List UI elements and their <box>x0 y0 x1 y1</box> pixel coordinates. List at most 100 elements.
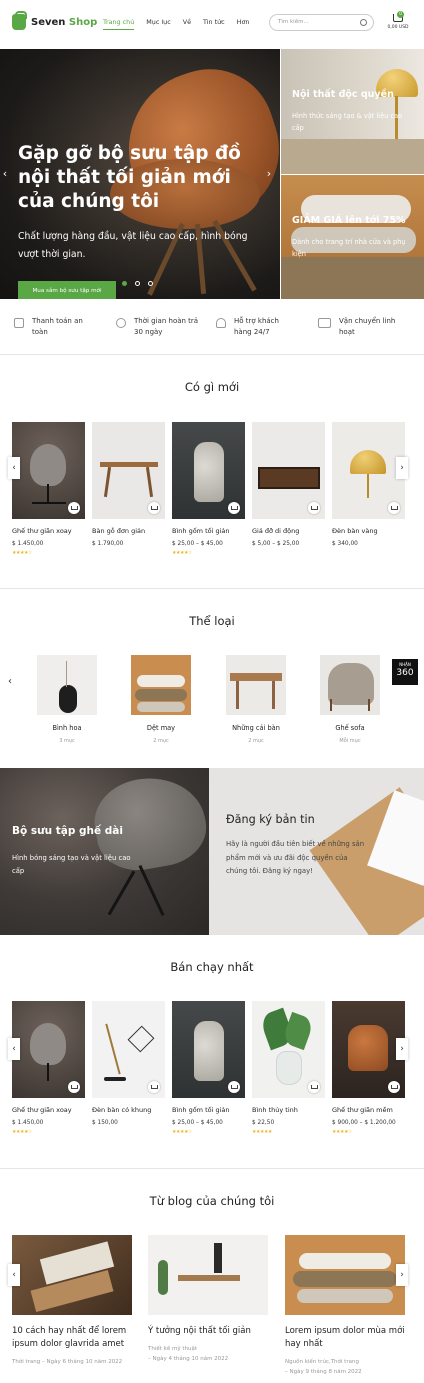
category-name[interactable]: Những cái bàn <box>226 724 286 732</box>
category-item[interactable]: Những cái bàn 2 mục <box>226 655 286 744</box>
blog-post[interactable]: Lorem ipsum dolor mùa mới hay nhất Nguồn… <box>285 1235 405 1377</box>
product-name[interactable]: Bình gốm tối giản <box>172 1106 245 1114</box>
sofa-collection-banner[interactable]: Bộ sưu tập ghế dài Hình bóng sáng tạo và… <box>0 768 209 935</box>
product-price: $ 150,00 <box>92 1120 118 1126</box>
star-rating: ★★★★☆ <box>12 1129 32 1135</box>
blog-post[interactable]: Ý tưởng nội thất tối giản Thiết kế mỹ th… <box>148 1235 268 1364</box>
category-name[interactable]: Ghế sofa <box>320 724 380 732</box>
hero-slider: Gặp gỡ bộ sưu tập đồ nội thất tối giản m… <box>0 49 280 299</box>
category-image[interactable] <box>226 655 286 715</box>
product-image[interactable] <box>252 1001 325 1098</box>
product-image[interactable] <box>12 422 85 519</box>
blog-image[interactable] <box>12 1235 132 1315</box>
carousel-next-arrow[interactable]: › <box>396 457 408 479</box>
shop-collection-button[interactable]: Mua sắm bộ sưu tập mới <box>18 281 116 299</box>
logo-text: Seven <box>31 16 66 28</box>
category-item[interactable]: Bình hoa 3 mục <box>37 655 97 744</box>
nav-about[interactable]: Về <box>183 18 191 30</box>
product-image[interactable] <box>92 422 165 519</box>
product-image[interactable] <box>92 1001 165 1098</box>
product-card[interactable]: Giá đỡ di động $ 5,00 – $ 25,00 <box>252 422 325 547</box>
product-name[interactable]: Ghế thư giãn xoay <box>12 527 85 535</box>
product-image[interactable] <box>12 1001 85 1098</box>
hero-dots <box>122 281 161 286</box>
blog-post[interactable]: 10 cách hay nhất để lorem ipsum dolor gl… <box>12 1235 132 1367</box>
shopping-bag-icon <box>12 11 27 30</box>
nav-catalog[interactable]: Mục lục <box>146 18 170 30</box>
slide-dot-1[interactable] <box>122 281 127 286</box>
hero-next-arrow[interactable]: › <box>264 167 274 181</box>
product-name[interactable]: Bàn gỗ đơn giản <box>92 527 165 535</box>
product-card[interactable]: Ghế thư giãn mềm $ 900,00 – $ 1.200,00 ★… <box>332 1001 405 1135</box>
slide-dot-3[interactable] <box>148 281 153 286</box>
category-name[interactable]: Bình hoa <box>37 724 97 732</box>
product-card[interactable]: Bình gốm tối giản $ 25,00 – $ 45,00 ★★★★… <box>172 1001 245 1135</box>
search-icon[interactable] <box>360 19 367 26</box>
add-to-cart-icon[interactable] <box>308 502 320 514</box>
carousel-next-arrow[interactable]: › <box>396 1038 408 1060</box>
category-name[interactable]: Dệt may <box>131 724 191 732</box>
product-image[interactable] <box>252 422 325 519</box>
add-to-cart-icon[interactable] <box>148 1081 160 1093</box>
sale-banner[interactable]: GIẢM GIÁ lên tới 75% Dành cho trang trí … <box>281 175 424 299</box>
blog-next-arrow[interactable]: › <box>396 1264 408 1286</box>
logo[interactable]: Seven Shop <box>12 11 97 30</box>
hero-prev-arrow[interactable]: ‹ <box>0 167 10 181</box>
product-image[interactable] <box>332 422 405 519</box>
product-name[interactable]: Đèn bàn có khung <box>92 1106 165 1114</box>
360-badge[interactable]: NHẬN 360 <box>392 659 418 685</box>
blog-post-title[interactable]: 10 cách hay nhất để lorem ipsum dolor gl… <box>12 1325 132 1351</box>
product-name[interactable]: Bình thủy tinh <box>252 1106 325 1114</box>
product-card[interactable]: Đèn bàn vàng $ 340,00 <box>332 422 405 547</box>
blog-image[interactable] <box>285 1235 405 1315</box>
carousel-prev-arrow[interactable]: ‹ <box>8 457 20 479</box>
product-name[interactable]: Giá đỡ di động <box>252 527 325 535</box>
category-item[interactable]: Ghế sofa Mỗi mục <box>320 655 380 744</box>
add-to-cart-icon[interactable] <box>388 502 400 514</box>
nav-home[interactable]: Trang chủ <box>103 18 135 30</box>
product-card[interactable]: Đèn bàn có khung $ 150,00 <box>92 1001 165 1126</box>
product-price: $ 1.450,00 <box>12 541 44 547</box>
add-to-cart-icon[interactable] <box>148 502 160 514</box>
category-item[interactable]: Dệt may 2 mục <box>131 655 191 744</box>
blog-post-title[interactable]: Lorem ipsum dolor mùa mới hay nhất <box>285 1325 405 1351</box>
product-name[interactable]: Ghế thư giãn xoay <box>12 1106 85 1114</box>
product-image[interactable] <box>172 422 245 519</box>
category-image[interactable] <box>320 655 380 715</box>
newsletter-text: Hãy là người đầu tiên biết về những sản … <box>226 840 365 875</box>
add-to-cart-icon[interactable] <box>228 1081 240 1093</box>
newsletter-banner: Đăng ký bản tin Hãy là người đầu tiên bi… <box>209 768 424 935</box>
search-input[interactable]: Tìm kiếm... <box>269 14 374 31</box>
blog-post-title[interactable]: Ý tưởng nội thất tối giản <box>148 1325 268 1338</box>
product-image[interactable] <box>332 1001 405 1098</box>
add-to-cart-icon[interactable] <box>388 1081 400 1093</box>
product-image[interactable] <box>172 1001 245 1098</box>
divider <box>0 354 424 355</box>
exclusive-banner[interactable]: Nội thất độc quyền Hình thức sáng tạo & … <box>281 49 424 174</box>
product-card[interactable]: Bàn gỗ đơn giản $ 1.790,00 <box>92 422 165 547</box>
categories-prev-arrow[interactable]: ‹ <box>8 676 12 687</box>
carousel-prev-arrow[interactable]: ‹ <box>8 1038 20 1060</box>
product-card[interactable]: Ghế thư giãn xoay $ 1.450,00 ★★★★☆ <box>12 422 85 556</box>
category-image[interactable] <box>37 655 97 715</box>
product-name[interactable]: Đèn bàn vàng <box>332 527 405 535</box>
star-rating: ★★★★☆ <box>172 1129 192 1135</box>
product-card[interactable]: Ghế thư giãn xoay $ 1.450,00 ★★★★☆ <box>12 1001 85 1135</box>
category-image[interactable] <box>131 655 191 715</box>
blog-prev-arrow[interactable]: ‹ <box>8 1264 20 1286</box>
product-name[interactable]: Ghế thư giãn mềm <box>332 1106 405 1114</box>
add-to-cart-icon[interactable] <box>308 1081 320 1093</box>
add-to-cart-icon[interactable] <box>68 502 80 514</box>
nav-more[interactable]: Hơn <box>237 18 250 30</box>
feature-return: Thời gian hoàn trả 30 ngày <box>116 316 206 338</box>
nav-news[interactable]: Tin tức <box>203 18 225 30</box>
product-name[interactable]: Bình gốm tối giản <box>172 527 245 535</box>
blog-image[interactable] <box>148 1235 268 1315</box>
add-to-cart-icon[interactable] <box>228 502 240 514</box>
add-to-cart-icon[interactable] <box>68 1081 80 1093</box>
slide-dot-2[interactable] <box>135 281 140 286</box>
product-card[interactable]: Bình thủy tinh $ 22,50 ★★★★★ <box>252 1001 325 1135</box>
product-card[interactable]: Bình gốm tối giản $ 25,00 – $ 45,00 ★★★★… <box>172 422 245 556</box>
payment-icon <box>14 318 24 328</box>
star-rating: ★★★★☆ <box>12 550 32 556</box>
